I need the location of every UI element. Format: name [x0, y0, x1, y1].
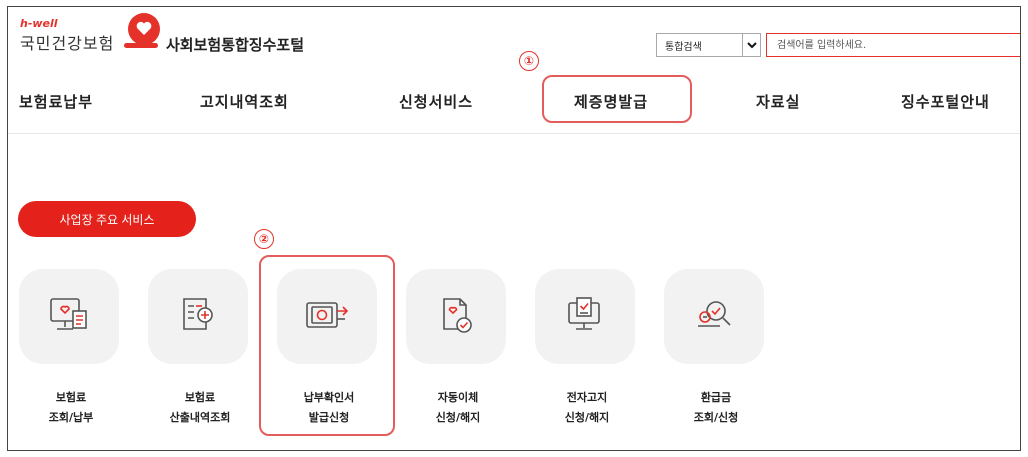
nav-item-certificate-issuance[interactable]: 제증명발급: [574, 91, 648, 112]
brand-small-text: h-well: [20, 17, 58, 30]
service-auto-transfer[interactable]: 자동이체 신청/해지: [406, 269, 510, 428]
service-premium-inquiry-payment[interactable]: 보험료 조회/납부: [19, 269, 123, 428]
logo-swoosh: [124, 43, 158, 48]
page-frame: h-well 국민건강보험 사회보험통합징수포털 통합검색 ① 보험료납부 고지…: [7, 6, 1021, 451]
auto-transfer-document-icon: [432, 293, 480, 341]
service-payment-certificate-issuance[interactable]: 납부확인서 발급신청: [277, 269, 381, 428]
refund-search-icon: [690, 293, 738, 341]
certificate-issue-icon: [301, 293, 353, 341]
service-label: 보험료 산출내역조회: [169, 391, 231, 424]
service-tile[interactable]: [535, 269, 635, 364]
chevron-down-icon[interactable]: [742, 34, 760, 56]
nav-item-data-room[interactable]: 자료실: [756, 91, 800, 112]
portal-title: 사회보험통합징수포털: [166, 36, 305, 54]
service-tile[interactable]: [406, 269, 506, 364]
brand-name: 국민건강보험: [20, 34, 115, 53]
service-label: 전자고지 신청/해지: [564, 391, 610, 424]
business-main-services-button[interactable]: 사업장 주요 서비스: [18, 201, 196, 237]
calculation-document-icon: [174, 293, 222, 341]
search-scope-select[interactable]: 통합검색: [656, 33, 761, 57]
nav-item-premium-payment[interactable]: 보험료납부: [19, 91, 93, 112]
service-label: 보험료 조회/납부: [48, 391, 94, 424]
service-tile[interactable]: [19, 269, 119, 364]
service-tile[interactable]: [277, 269, 377, 364]
service-label: 환급금 조회/신청: [693, 391, 739, 424]
search-scope-value: 통합검색: [665, 41, 702, 53]
heart-logo-icon: [128, 13, 160, 45]
service-label: 납부확인서 발급신청: [303, 391, 355, 424]
service-electronic-notice[interactable]: 전자고지 신청/해지: [535, 269, 639, 428]
service-tile[interactable]: [148, 269, 248, 364]
service-refund[interactable]: 환급금 조회/신청: [664, 269, 768, 428]
brand-logo[interactable]: h-well 국민건강보험: [20, 13, 170, 61]
nav-item-notice-history[interactable]: 고지내역조회: [200, 91, 289, 112]
step-1-marker: ①: [519, 51, 539, 71]
search-input[interactable]: [766, 33, 1020, 57]
service-tile[interactable]: [664, 269, 764, 364]
step-2-marker: ②: [254, 229, 274, 249]
electronic-notice-icon: [561, 293, 609, 341]
nav-item-portal-guide[interactable]: 징수포털안내: [901, 91, 990, 112]
service-premium-calculation-inquiry[interactable]: 보험료 산출내역조회: [148, 269, 252, 428]
monitor-receipt-icon: [45, 293, 93, 341]
service-label: 자동이체 신청/해지: [435, 391, 481, 424]
nav-divider: [8, 133, 1020, 134]
nav-item-application-service[interactable]: 신청서비스: [399, 91, 473, 112]
